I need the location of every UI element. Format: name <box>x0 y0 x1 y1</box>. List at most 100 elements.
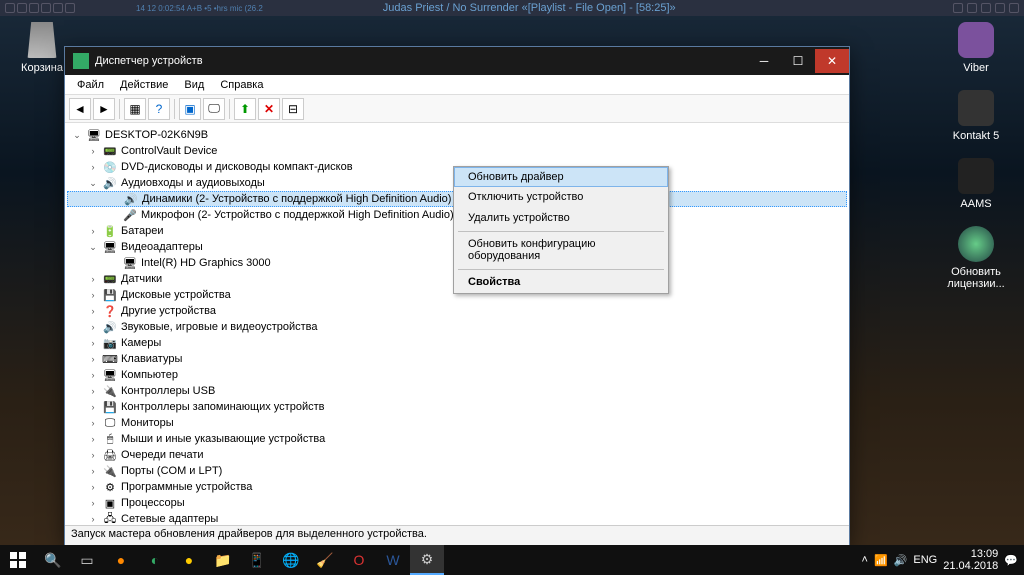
taskbar-devmgr[interactable]: ⚙ <box>410 545 444 575</box>
tray-clock[interactable]: 13:09 21.04.2018 <box>943 548 998 572</box>
minimize-button[interactable]: ─ <box>747 49 781 73</box>
update-icon <box>958 226 994 262</box>
back-button[interactable]: ◄ <box>69 98 91 120</box>
menu-item-properties[interactable]: Свойства <box>454 272 668 293</box>
tree-node[interactable]: ›⚙Программные устройства <box>67 479 847 495</box>
desktop-icon-aams[interactable]: AAMS <box>946 158 1006 210</box>
taskbar-app[interactable]: ◐ <box>138 545 172 575</box>
tray-language[interactable]: ENG <box>913 554 937 566</box>
player-next-icon[interactable] <box>981 3 991 13</box>
viber-icon <box>958 22 994 58</box>
scan-button[interactable]: 🖵 <box>203 98 225 120</box>
menu-file[interactable]: Файл <box>69 77 112 93</box>
media-player-bar: 14 12 0:02:54 A+B •5 •hrs mic (26.2 Juda… <box>0 0 1024 16</box>
gpu-icon: 🖥 <box>122 256 138 270</box>
show-hidden-button[interactable]: ▦ <box>124 98 146 120</box>
help-button[interactable]: ? <box>148 98 170 120</box>
mic-icon: 🎤 <box>122 208 138 222</box>
camera-icon: 📷 <box>102 336 118 350</box>
tree-node[interactable]: ›▣Процессоры <box>67 495 847 511</box>
taskbar-opera[interactable]: O <box>342 545 376 575</box>
start-button[interactable] <box>0 545 36 575</box>
taskbar-ccleaner[interactable]: 🧹 <box>308 545 342 575</box>
desktop-icon-kontakt[interactable]: Kontakt 5 <box>946 90 1006 142</box>
storage-icon: 💾 <box>102 400 118 414</box>
sensor-icon: 📟 <box>102 272 118 286</box>
player-next-icon[interactable] <box>953 3 963 13</box>
menu-item-scan[interactable]: Обновить конфигурацию оборудования <box>454 234 668 267</box>
tray-volume-icon[interactable]: 🔊 <box>894 554 908 567</box>
menu-help[interactable]: Справка <box>212 77 271 93</box>
taskbar-phone[interactable]: 📱 <box>240 545 274 575</box>
tree-node[interactable]: ›🖧Сетевые адаптеры <box>67 511 847 525</box>
sound-icon: 🔊 <box>102 320 118 334</box>
tray[interactable]: ˄ 📶 🔊 ENG 13:09 21.04.2018 💬 <box>862 548 1024 572</box>
player-next-icon[interactable] <box>967 3 977 13</box>
tray-chevron-up-icon[interactable]: ˄ <box>862 554 868 566</box>
taskbar-search-icon[interactable]: 🔍 <box>36 545 70 575</box>
close-button[interactable]: ✕ <box>815 49 849 73</box>
forward-button[interactable]: ► <box>93 98 115 120</box>
tree-node[interactable]: ›🔌Контроллеры USB <box>67 383 847 399</box>
tray-notifications-icon[interactable]: 💬 <box>1004 554 1018 567</box>
tree-node[interactable]: ›📷Камеры <box>67 335 847 351</box>
desktop-icon-update[interactable]: Обновить лицензии... <box>946 226 1006 290</box>
tree-node[interactable]: ›🖥Компьютер <box>67 367 847 383</box>
context-menu: Обновить драйвер Отключить устройство Уд… <box>453 166 669 294</box>
port-icon: 🔌 <box>102 464 118 478</box>
desktop-icon-trash[interactable]: Корзина <box>12 22 72 74</box>
usb-icon: 🔌 <box>102 384 118 398</box>
tree-node[interactable]: ›🔌Порты (COM и LPT) <box>67 463 847 479</box>
properties-button[interactable]: ▣ <box>179 98 201 120</box>
battery-icon: 🔋 <box>102 224 118 238</box>
tree-node[interactable]: ›📟ControlVault Device <box>67 143 847 159</box>
menu-item-disable[interactable]: Отключить устройство <box>454 187 668 208</box>
toolbar: ◄ ► ▦ ? ▣ 🖵 ⬆ ✕ ⊟ <box>65 95 849 123</box>
maximize-button[interactable]: ☐ <box>781 49 815 73</box>
audio-icon: 🔊 <box>102 176 118 190</box>
player-button[interactable] <box>17 3 27 13</box>
device-manager-window: Диспетчер устройств ─ ☐ ✕ Файл Действие … <box>64 46 850 546</box>
menu-view[interactable]: Вид <box>176 77 212 93</box>
titlebar[interactable]: Диспетчер устройств ─ ☐ ✕ <box>65 47 849 75</box>
tree-node[interactable]: ›🖨Очереди печати <box>67 447 847 463</box>
taskbar-chrome[interactable]: 🌐 <box>274 545 308 575</box>
menu-action[interactable]: Действие <box>112 77 176 93</box>
player-button[interactable] <box>29 3 39 13</box>
player-timer: 14 12 0:02:54 A+B •5 •hrs mic (26.2 <box>136 4 263 13</box>
taskbar-explorer[interactable]: 📁 <box>206 545 240 575</box>
player-button[interactable] <box>53 3 63 13</box>
taskbar-word[interactable]: W <box>376 545 410 575</box>
player-button[interactable] <box>65 3 75 13</box>
menu-separator <box>458 269 664 270</box>
update-driver-button[interactable]: ⬆ <box>234 98 256 120</box>
kontakt-icon <box>958 90 994 126</box>
mouse-icon: 🖱 <box>102 432 118 446</box>
player-button[interactable] <box>41 3 51 13</box>
taskbar-taskview-icon[interactable]: ▭ <box>70 545 104 575</box>
menu-item-uninstall[interactable]: Удалить устройство <box>454 208 668 229</box>
player-next-icon[interactable] <box>1009 3 1019 13</box>
cpu-icon: ▣ <box>102 496 118 510</box>
desktop-icon-viber[interactable]: Viber <box>946 22 1006 74</box>
software-icon: ⚙ <box>102 480 118 494</box>
player-button[interactable] <box>5 3 15 13</box>
tree-node[interactable]: ›🖵Мониторы <box>67 415 847 431</box>
tree-node[interactable]: ›❓Другие устройства <box>67 303 847 319</box>
uninstall-button[interactable]: ⊟ <box>282 98 304 120</box>
tray-network-icon[interactable]: 📶 <box>874 554 888 567</box>
network-icon: 🖧 <box>102 512 118 525</box>
tree-node[interactable]: ›⌨Клавиатуры <box>67 351 847 367</box>
video-icon: 🖥 <box>102 240 118 254</box>
tree-node[interactable]: ›💾Контроллеры запоминающих устройств <box>67 399 847 415</box>
tree-node[interactable]: ›🖱Мыши и иные указывающие устройства <box>67 431 847 447</box>
tree-node[interactable]: ›🔊Звуковые, игровые и видеоустройства <box>67 319 847 335</box>
disable-button[interactable]: ✕ <box>258 98 280 120</box>
taskbar-app[interactable]: ● <box>104 545 138 575</box>
player-next-icon[interactable] <box>995 3 1005 13</box>
disk-icon: 💾 <box>102 288 118 302</box>
aams-icon <box>958 158 994 194</box>
taskbar-app[interactable]: ● <box>172 545 206 575</box>
tree-root[interactable]: ⌄🖥DESKTOP-02K6N9B <box>67 127 847 143</box>
menu-item-update-driver[interactable]: Обновить драйвер <box>454 167 668 187</box>
